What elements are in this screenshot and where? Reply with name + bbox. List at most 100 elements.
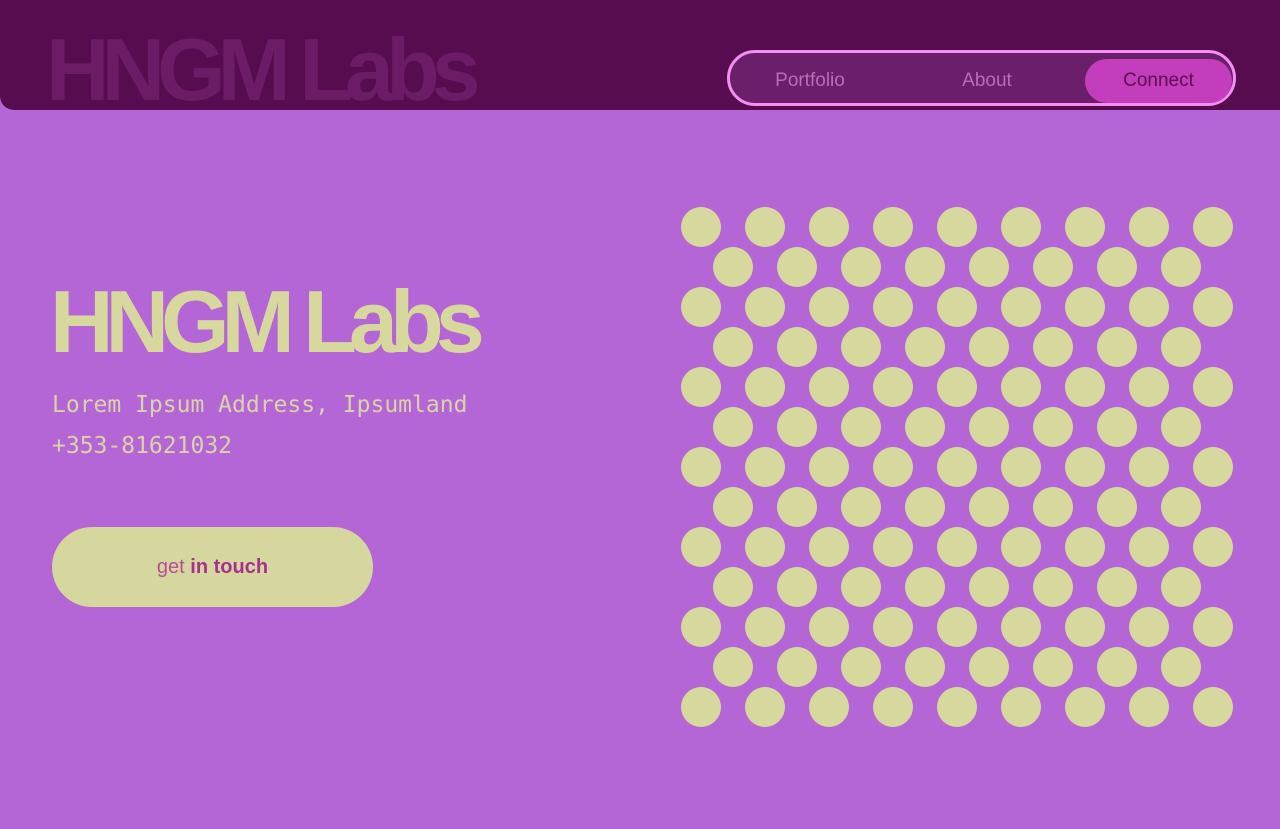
pattern-dot (745, 527, 785, 567)
pattern-dot (905, 407, 945, 447)
pattern-dot (937, 287, 977, 327)
pattern-dot (1033, 487, 1073, 527)
pattern-dot (1065, 207, 1105, 247)
pattern-dot (809, 287, 849, 327)
pattern-dot (1161, 567, 1201, 607)
hero-logo: HNGM Labs (50, 272, 485, 371)
pattern-dot (1001, 207, 1041, 247)
pattern-dot (1097, 407, 1137, 447)
pattern-dot (1193, 687, 1233, 727)
pattern-dot (1033, 647, 1073, 687)
main-nav: Portfolio About Connect (727, 50, 1236, 106)
pattern-dot (809, 607, 849, 647)
pattern-dot (713, 327, 753, 367)
pattern-dot (1161, 487, 1201, 527)
pattern-dot (681, 207, 721, 247)
pattern-dot (681, 607, 721, 647)
pattern-dot (1193, 367, 1233, 407)
site-header: HNGM Labs Portfolio About Connect (0, 0, 1280, 114)
pattern-dot (905, 487, 945, 527)
pattern-dot (969, 487, 1009, 527)
pattern-dot (1065, 287, 1105, 327)
pattern-dot (1065, 367, 1105, 407)
pattern-dot (809, 207, 849, 247)
pattern-dot (1001, 607, 1041, 647)
pattern-dot (873, 207, 913, 247)
pattern-dot (937, 447, 977, 487)
pattern-dot (681, 367, 721, 407)
pattern-dot (777, 327, 817, 367)
pattern-dot (873, 687, 913, 727)
get-in-touch-button[interactable]: get in touch (52, 527, 373, 607)
pattern-dot (713, 647, 753, 687)
pattern-dot (1097, 487, 1137, 527)
header-logo[interactable]: HNGM Labs (46, 26, 481, 114)
pattern-dot (1065, 447, 1105, 487)
pattern-dot (1065, 527, 1105, 567)
pattern-dot (1033, 327, 1073, 367)
pattern-dot (1129, 527, 1169, 567)
pattern-dot (1193, 207, 1233, 247)
pattern-dot (1065, 607, 1105, 647)
nav-item-about[interactable]: About (942, 59, 1032, 103)
pattern-dot (1097, 647, 1137, 687)
pattern-dot (937, 687, 977, 727)
nav-item-portfolio[interactable]: Portfolio (754, 59, 866, 103)
pattern-dot (1161, 327, 1201, 367)
pattern-dot (745, 687, 785, 727)
pattern-dot (777, 407, 817, 447)
pattern-dot (841, 407, 881, 447)
pattern-dot (809, 447, 849, 487)
pattern-dot (745, 447, 785, 487)
pattern-dot (809, 687, 849, 727)
pattern-dot (937, 207, 977, 247)
pattern-dot (969, 327, 1009, 367)
pattern-dot (1129, 207, 1169, 247)
pattern-dot (777, 567, 817, 607)
pattern-dot (681, 287, 721, 327)
pattern-dot (873, 367, 913, 407)
pattern-dot (873, 447, 913, 487)
pattern-dot (1161, 247, 1201, 287)
address-text: Lorem Ipsum Address, Ipsumland (52, 392, 468, 418)
pattern-dot (1129, 607, 1169, 647)
pattern-dot (1161, 647, 1201, 687)
pattern-dot (1001, 447, 1041, 487)
pattern-dot (809, 527, 849, 567)
pattern-dot (777, 647, 817, 687)
pattern-dot (681, 447, 721, 487)
pattern-dot (745, 287, 785, 327)
pattern-dot (841, 327, 881, 367)
pattern-dot (1001, 367, 1041, 407)
pattern-dot (905, 327, 945, 367)
nav-item-connect[interactable]: Connect (1085, 59, 1232, 103)
pattern-dot (777, 487, 817, 527)
pattern-dot (1001, 287, 1041, 327)
pattern-dot (905, 647, 945, 687)
pattern-dot (905, 247, 945, 287)
pattern-dot (841, 487, 881, 527)
pattern-dot (1097, 327, 1137, 367)
pattern-dot (745, 607, 785, 647)
pattern-dot (713, 247, 753, 287)
pattern-dot (681, 527, 721, 567)
pattern-dot (1033, 567, 1073, 607)
cta-prefix: get (156, 556, 185, 578)
pattern-dot (969, 567, 1009, 607)
pattern-dot (937, 607, 977, 647)
pattern-dot (1097, 247, 1137, 287)
pattern-dot (1193, 527, 1233, 567)
pattern-dot (1033, 247, 1073, 287)
pattern-dot (841, 247, 881, 287)
pattern-dot (1065, 687, 1105, 727)
pattern-dot (969, 247, 1009, 287)
pattern-dot (1129, 367, 1169, 407)
pattern-dot (1193, 607, 1233, 647)
pattern-dot (1033, 407, 1073, 447)
pattern-dot (1129, 287, 1169, 327)
pattern-dot (937, 367, 977, 407)
pattern-dot (969, 647, 1009, 687)
pattern-dot (905, 567, 945, 607)
dot-grid-pattern (676, 202, 1242, 737)
pattern-dot (745, 207, 785, 247)
